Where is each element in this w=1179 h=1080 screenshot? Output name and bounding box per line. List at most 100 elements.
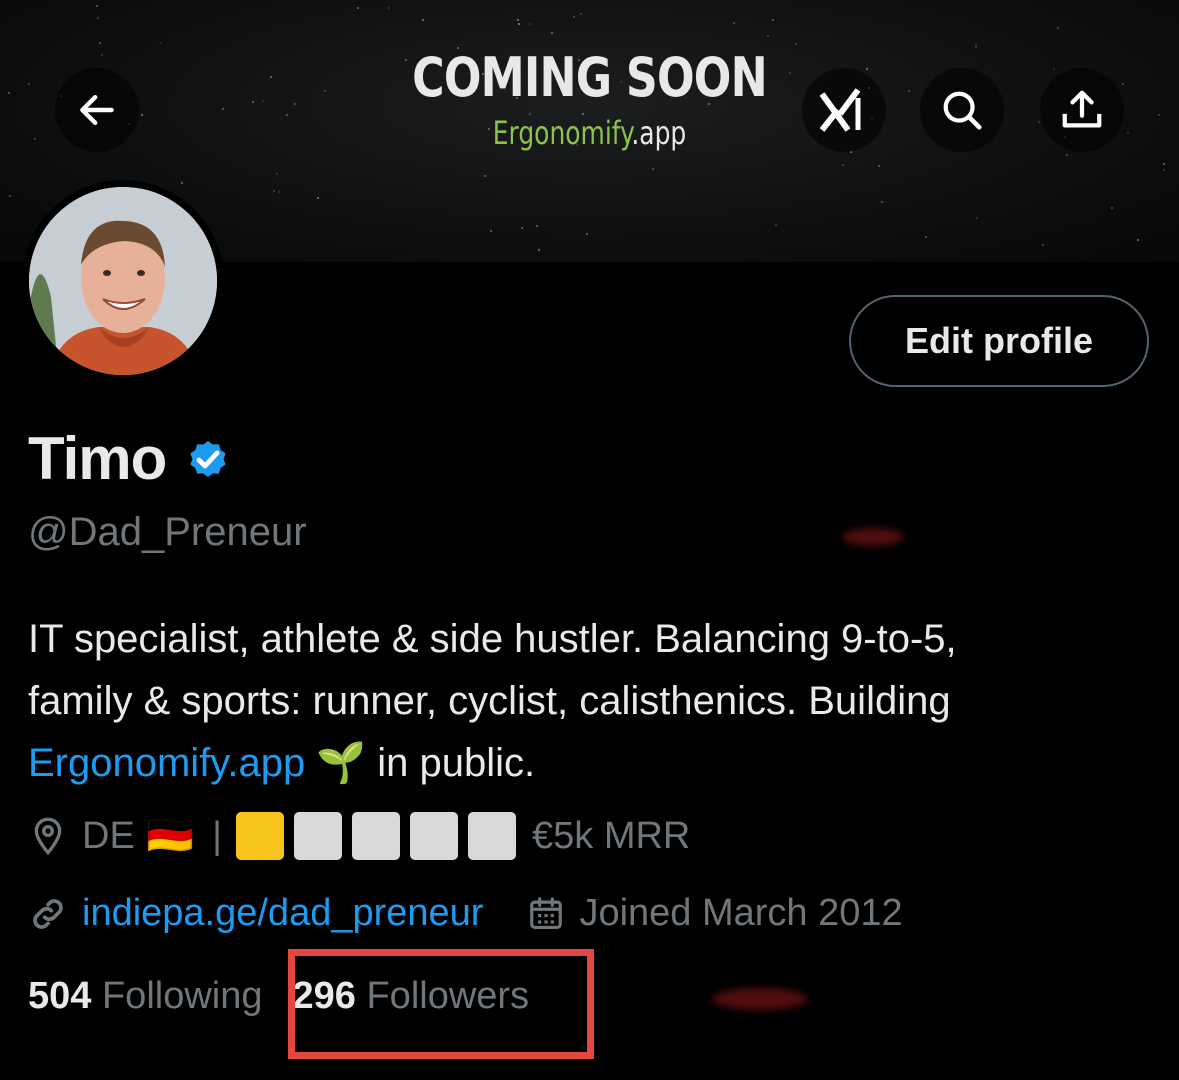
- bio-tail: in public.: [377, 741, 536, 785]
- grok-button[interactable]: [802, 68, 886, 152]
- banner-star: [294, 103, 296, 105]
- banner-star: [586, 233, 588, 235]
- following-link[interactable]: 504 Following: [28, 975, 263, 1018]
- share-upload-icon: [1062, 90, 1102, 128]
- redaction-smudge: [842, 528, 904, 546]
- joined-date: Joined March 2012: [579, 892, 903, 934]
- progress-square-empty: [468, 812, 516, 860]
- banner-star: [422, 19, 424, 21]
- website-link[interactable]: indiepa.ge/dad_preneur: [82, 892, 483, 935]
- banner-star: [405, 59, 407, 61]
- banner-star: [908, 90, 910, 92]
- location-pin-icon: [34, 817, 62, 856]
- back-button[interactable]: [55, 68, 139, 152]
- banner-star: [578, 59, 580, 61]
- edit-profile-button[interactable]: Edit profile: [849, 295, 1149, 387]
- banner-star: [518, 23, 520, 25]
- banner-star: [789, 72, 791, 74]
- profile-handle: @Dad_Preneur: [28, 510, 307, 554]
- share-button[interactable]: [1040, 68, 1124, 152]
- banner-star: [521, 227, 523, 229]
- banner-star: [538, 249, 540, 251]
- banner-star: [658, 125, 660, 127]
- avatar[interactable]: [22, 180, 224, 382]
- bio-line-2: family & sports: runner, cyclist, calist…: [28, 679, 951, 723]
- banner-subtitle-brand: Ergonomify: [492, 114, 632, 152]
- banner-star: [96, 5, 98, 7]
- banner-star: [141, 114, 143, 116]
- banner-star: [576, 144, 578, 146]
- banner-star: [1137, 239, 1139, 241]
- banner-star: [517, 19, 519, 21]
- banner-star: [8, 92, 10, 94]
- calendar-icon: [530, 896, 563, 929]
- banner-star: [490, 230, 492, 232]
- banner-star: [484, 175, 486, 177]
- location-flag: 🇩🇪: [146, 815, 195, 857]
- banner-star: [273, 190, 275, 192]
- banner-star: [529, 113, 531, 115]
- progress-square-empty: [352, 812, 400, 860]
- banner-star: [1163, 169, 1165, 171]
- banner-star: [881, 201, 883, 203]
- search-button[interactable]: [920, 68, 1004, 152]
- banner-star: [582, 113, 584, 115]
- avatar-illustration: [29, 187, 217, 375]
- banner-star: [222, 108, 224, 110]
- banner-star: [842, 164, 844, 166]
- banner-star: [536, 225, 538, 227]
- mrr-label: €5k MRR: [532, 814, 691, 857]
- progress-square-filled: [236, 812, 284, 860]
- banner-star: [1163, 163, 1165, 165]
- following-count: 504: [28, 975, 92, 1017]
- bio-line-1: IT specialist, athlete & side hustler. B…: [28, 617, 957, 661]
- banner-star: [34, 138, 36, 140]
- banner-star: [516, 97, 518, 99]
- redaction-smudge-2: [712, 988, 808, 1010]
- banner-star: [160, 42, 162, 44]
- banner-star: [733, 22, 735, 24]
- followers-highlight-box: [288, 949, 594, 1059]
- banner-star: [925, 236, 927, 238]
- banner-subtitle: Ergonomify.app: [130, 114, 1050, 152]
- banner-star: [772, 19, 774, 21]
- banner-star: [1057, 27, 1059, 29]
- banner-star: [317, 197, 319, 199]
- website-row: indiepa.ge/dad_preneur Joined March 2012: [28, 892, 903, 935]
- following-label: Following: [101, 975, 263, 1017]
- banner-star: [9, 195, 11, 197]
- banner-star: [270, 76, 272, 78]
- profile-bio: IT specialist, athlete & side hustler. B…: [28, 608, 1148, 794]
- banner-star: [1066, 154, 1068, 156]
- bio-link[interactable]: Ergonomify.app: [28, 741, 305, 785]
- banner-star: [1038, 121, 1040, 123]
- banner-star: [1158, 114, 1160, 116]
- banner-star: [642, 85, 644, 87]
- link-icon: [33, 898, 63, 929]
- banner-star: [976, 217, 978, 219]
- banner-star: [278, 191, 280, 193]
- verified-badge-icon[interactable]: [184, 435, 232, 483]
- banner-star: [767, 35, 769, 37]
- banner-star: [1111, 207, 1113, 209]
- banner-star: [181, 182, 183, 184]
- banner-star: [324, 90, 326, 92]
- mrr-progress: [236, 812, 526, 860]
- banner-star: [101, 54, 103, 56]
- banner-star: [97, 17, 99, 19]
- progress-square-empty: [410, 812, 458, 860]
- banner-star: [708, 103, 710, 105]
- banner-star: [620, 81, 622, 83]
- location-row: DE 🇩🇪 | €5k MRR: [28, 812, 690, 860]
- banner-star: [775, 224, 777, 226]
- avatar-photo: [29, 187, 217, 375]
- banner-star: [482, 73, 484, 75]
- banner-star: [551, 32, 553, 34]
- banner-star: [1122, 83, 1124, 85]
- banner-star: [795, 43, 797, 45]
- banner-star: [1042, 244, 1044, 246]
- profile-name-row: Timo: [28, 424, 232, 493]
- arrow-left-icon: [80, 94, 114, 126]
- banner-star: [866, 68, 868, 70]
- banner-star: [975, 43, 977, 45]
